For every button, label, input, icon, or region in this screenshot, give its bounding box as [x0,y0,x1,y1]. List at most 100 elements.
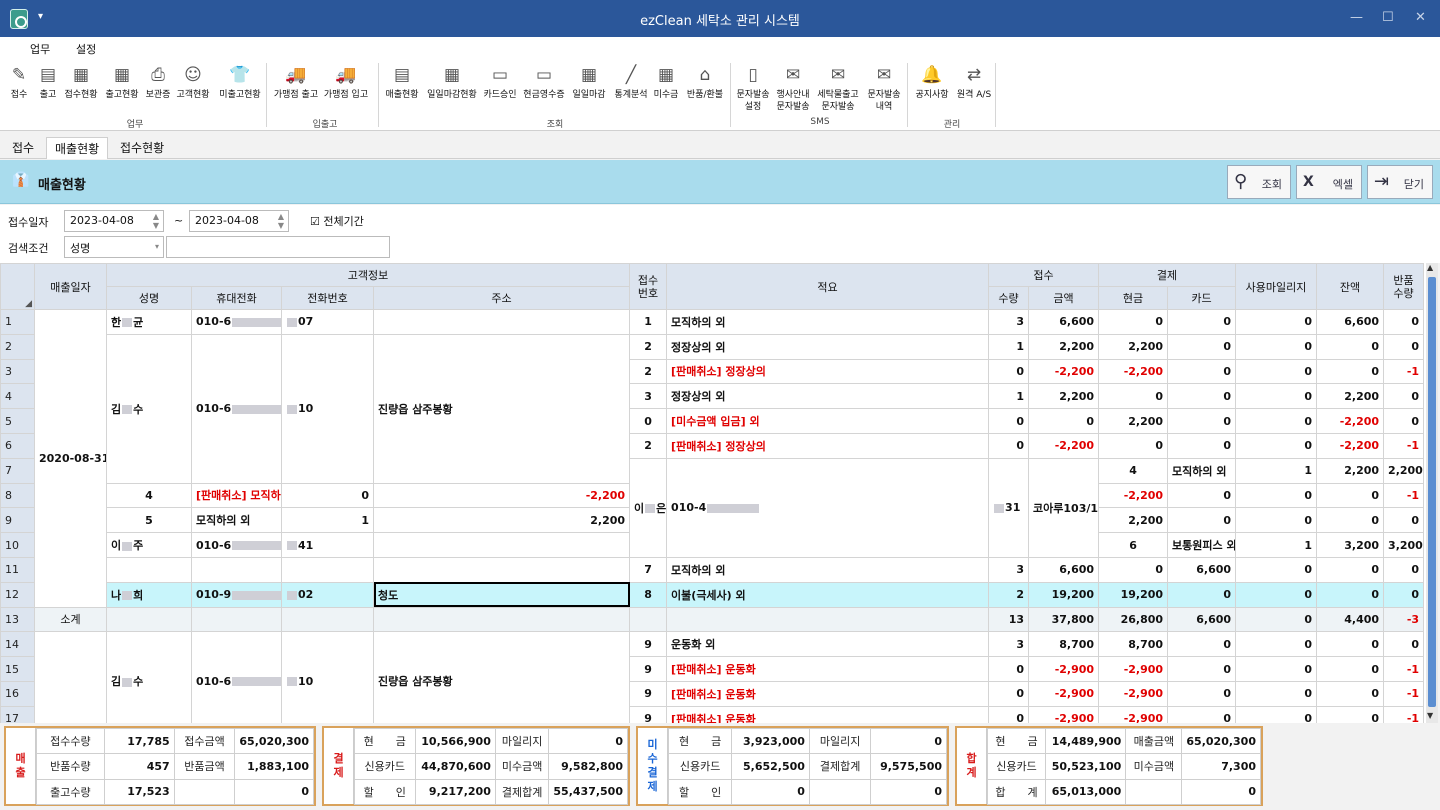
close-button[interactable]: ⇥ 닫기 [1367,165,1433,199]
ret-cell[interactable]: -1 [1383,680,1425,707]
cash-cell[interactable]: 19,200 [1098,581,1169,608]
ribbon-button-5[interactable]: ☺ 고객현황 [173,64,213,101]
excel-button[interactable]: X 엑셀 [1296,165,1362,199]
ribbon-button-12[interactable]: ▭ 현금영수증 [520,64,568,101]
amount-cell[interactable]: 3,200 [1316,532,1385,558]
ribbon-button-15[interactable]: ▦ 미수금 [651,64,681,101]
amount-cell[interactable]: -2,200 [1028,358,1100,385]
phone-cell[interactable]: 41 [281,532,374,558]
cash-cell[interactable]: 26,800 [1098,606,1169,633]
cash-cell[interactable]: 2,200 [1098,507,1169,534]
card-cell[interactable]: 0 [1167,656,1237,682]
mileage-cell[interactable]: 0 [1235,507,1318,534]
col-card[interactable]: 카드 [1167,286,1237,310]
address-cell[interactable]: 진량읍 삼주봉황 [372,333,631,484]
balance-cell[interactable]: 0 [1316,705,1385,723]
ribbon-button-17[interactable]: ▯ 문자발송 설정 [734,64,772,113]
balance-cell[interactable]: 0 [1316,680,1385,707]
ribbon-button-18[interactable]: ✉ 행사안내 문자발송 [774,64,812,113]
qty-cell[interactable]: 3 [988,631,1030,658]
ret-cell[interactable]: -3 [1383,606,1425,633]
mileage-cell[interactable]: 0 [1235,656,1318,682]
cash-cell[interactable]: 8,700 [1098,631,1169,658]
qty-cell[interactable]: 13 [988,606,1030,633]
mobile-cell[interactable]: 010-6 [191,333,282,484]
qty-cell[interactable]: 0 [988,705,1030,723]
cash-cell[interactable]: 2,200 [1098,333,1169,360]
ret-cell[interactable]: 0 [1383,309,1425,335]
memo-cell[interactable]: 정장상의 외 [666,333,990,360]
doc-tab-receive-status[interactable]: 접수현황 [112,137,172,159]
recv-no-cell[interactable]: 7 [629,556,668,583]
qty-cell[interactable]: 0 [988,432,1030,459]
qty-cell[interactable]: 1 [281,507,374,534]
balance-cell[interactable]: 2,200 [1316,383,1385,410]
qty-cell[interactable]: 0 [988,680,1030,707]
recv-no-cell[interactable]: 9 [629,631,668,658]
ribbon-button-1[interactable]: ▤ 출고 [36,64,60,101]
mileage-cell[interactable]: 0 [1235,408,1318,434]
name-cell[interactable]: 김수 [106,631,192,723]
amount-cell[interactable]: 0 [1028,408,1100,434]
ribbon-button-20[interactable]: ✉ 문자발송 내역 [864,64,904,113]
ret-cell[interactable]: -1 [1383,656,1425,682]
address-cell[interactable] [372,309,631,335]
recv-no-cell[interactable]: 2 [629,358,668,385]
qty-cell[interactable]: 2 [988,581,1030,608]
table-row[interactable]: 1 2020-08-31 한 균 010-6 07 1 모직하의 외 3 6,600 0 0 0 6,60… [0,309,1425,608]
ribbon-button-19[interactable]: ✉ 세탁물출고 문자발송 [814,64,862,113]
col-amount[interactable]: 금액 [1028,286,1100,310]
cash-cell[interactable]: 0 [1098,309,1169,335]
sales-grid[interactable]: ◢ 매출일자 고객정보 접수 번호 적요 접수 결제 사용마일리지 잔액 반품 … [0,263,1426,723]
ribbon-button-22[interactable]: ⇄ 원격 A/S [955,64,993,101]
col-name[interactable]: 성명 [106,286,192,310]
mobile-cell[interactable]: 010-6 [191,309,282,335]
qty-cell[interactable]: 0 [281,482,374,509]
cash-cell[interactable]: 3,200 [1383,532,1425,558]
memo-cell[interactable]: 모직하의 외 [666,309,990,335]
name-cell[interactable] [106,556,192,583]
card-cell[interactable]: 6,600 [1167,556,1237,583]
ret-cell[interactable]: -1 [1383,705,1425,723]
col-balance[interactable]: 잔액 [1316,263,1385,310]
amount-cell[interactable]: 2,200 [1028,333,1100,360]
phone-cell[interactable]: 31 [988,457,1030,558]
memo-cell[interactable]: 이불(극세사) 외 [666,581,990,608]
ret-cell[interactable]: -1 [1383,482,1425,509]
card-cell[interactable]: 0 [1167,333,1237,360]
recv-no-cell[interactable]: 3 [629,383,668,410]
mileage-cell[interactable]: 0 [1235,358,1318,385]
amount-cell[interactable]: 19,200 [1028,581,1100,608]
phone-cell[interactable]: 10 [281,631,374,723]
name-cell[interactable]: 한균 [106,309,192,335]
qty-cell[interactable]: 1 [1235,532,1318,558]
ribbon-button-2[interactable]: ▦ 접수현황 [62,64,100,101]
memo-cell[interactable]: 모직하의 외 [1167,457,1237,484]
col-phone[interactable]: 전화번호 [281,286,374,310]
balance-cell[interactable]: 0 [1316,358,1385,385]
memo-cell[interactable]: [판매취소] 정장상의 [666,432,990,459]
amount-cell[interactable]: 2,200 [1316,457,1385,484]
memo-cell[interactable]: [판매취소] 운동화 [666,656,990,682]
card-cell[interactable]: 0 [1167,408,1237,434]
card-cell[interactable]: 0 [1167,383,1237,410]
mileage-cell[interactable]: 0 [1235,631,1318,658]
balance-cell[interactable]: 0 [1316,581,1385,608]
col-mileage[interactable]: 사용마일리지 [1235,263,1318,310]
maximize-button[interactable]: ☐ [1382,10,1394,25]
col-date[interactable]: 매출일자 [34,263,107,310]
recv-no-cell[interactable]: 2 [629,432,668,459]
qty-cell[interactable]: 0 [988,408,1030,434]
card-cell[interactable]: 6,600 [1167,606,1237,633]
scroll-up-icon[interactable]: ▲ [1427,263,1433,272]
memo-cell[interactable]: 보통원피스 외 [1167,532,1237,558]
table-row[interactable]: 14 김 수 010-6 10 진량읍 삼주봉황 9 운동화 외 3 8,700 8,700 0 0 0 0 [0,631,1425,723]
ribbon-tab-work[interactable]: 업무 [20,41,61,61]
card-cell[interactable]: 0 [1167,432,1237,459]
phone-cell[interactable]: 07 [281,309,374,335]
ribbon-button-3[interactable]: ▦ 출고현황 [103,64,141,101]
ribbon-button-11[interactable]: ▭ 카드승인 [481,64,519,101]
ribbon-button-10[interactable]: ▦ 일일마감현황 [425,64,479,101]
recv-no-cell[interactable]: 9 [629,680,668,707]
recv-no-cell[interactable]: 4 [106,482,192,509]
